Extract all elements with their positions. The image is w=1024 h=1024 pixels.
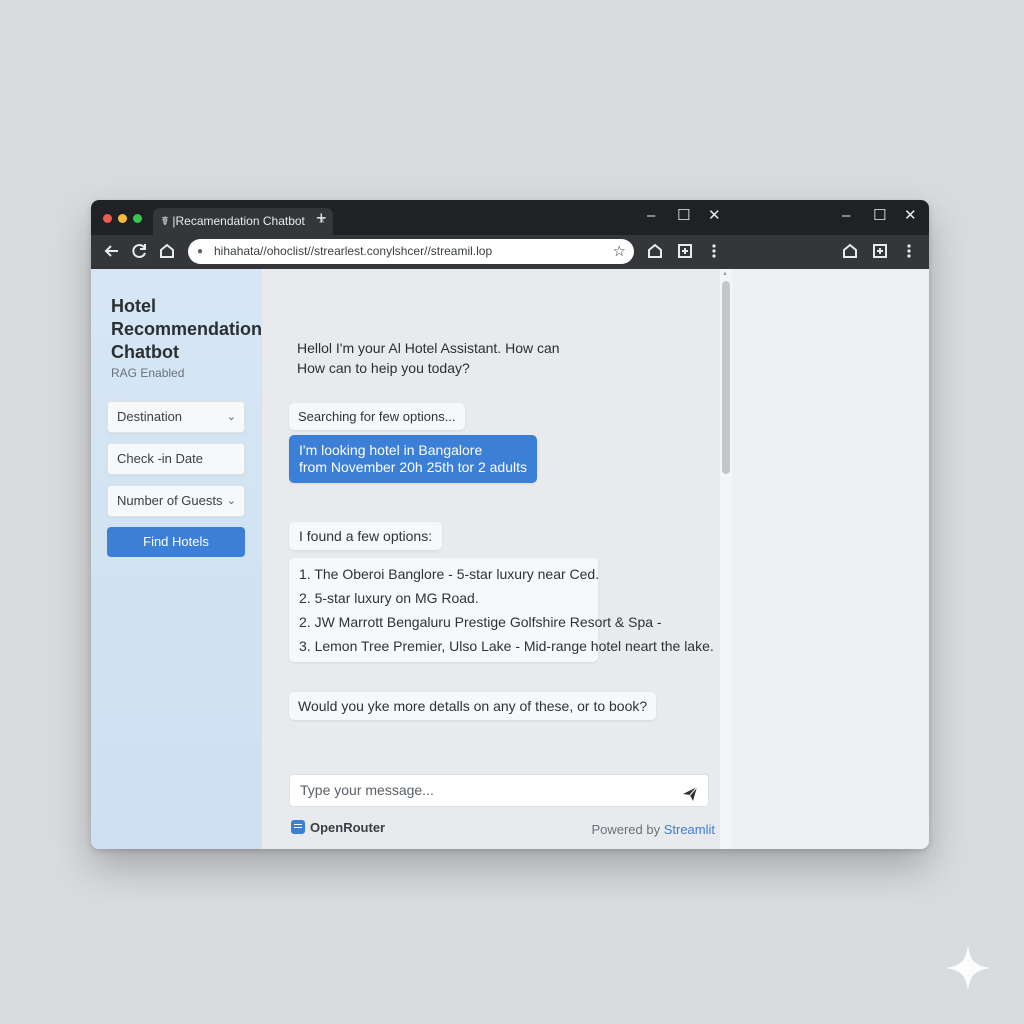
hotel-option: 2. JW Marrott Bengaluru Prestige Golfshi…	[299, 614, 662, 630]
app-title: Hotel Recommendation Chatbot	[111, 296, 263, 362]
back-arrow-icon[interactable]	[102, 241, 122, 261]
assistant-greeting: Hellol I'm your Al Hotel Assistant. How …	[297, 338, 560, 378]
destination-select[interactable]: Destination ⌄	[107, 401, 245, 433]
title-bar: ☤ |Recamendation Chatbot × + – ☐ ✕ – ☐ ✕	[91, 200, 929, 235]
assistant-followup-message: Would you yke more detalls on any of the…	[289, 692, 657, 720]
scrollbar-thumb[interactable]	[722, 281, 730, 474]
lock-icon: ●	[197, 246, 204, 257]
user-message-line: I'm looking hotel in Bangalore	[299, 442, 483, 458]
chevron-down-icon: ⌄	[226, 495, 236, 507]
star-icon[interactable]: ☆	[613, 239, 626, 264]
message-placeholder: Type your message...	[300, 782, 434, 798]
powered-prefix: Powered by	[591, 822, 664, 837]
streamlit-link[interactable]: Streamlit	[664, 822, 715, 837]
minimize-icon-secondary[interactable]: –	[842, 206, 850, 226]
destination-label: Destination	[117, 409, 183, 424]
checkin-label: Check -in Date	[117, 451, 203, 466]
minimize-icon[interactable]: –	[647, 206, 655, 226]
openrouter-logo-icon	[291, 820, 305, 834]
checkin-date-field[interactable]: Check -in Date	[107, 443, 245, 475]
app-subtitle: RAG Enabled	[111, 366, 185, 380]
close-icon[interactable]: ✕	[708, 206, 721, 226]
user-message-line: from November 20h 25th tor 2 adults	[299, 459, 528, 475]
sparkle-icon	[945, 945, 991, 991]
scroll-up-icon[interactable]: ▲	[722, 271, 728, 277]
home-icon-toolbar[interactable]	[645, 241, 665, 261]
openrouter-brand: OpenRouter	[291, 820, 385, 836]
maximize-icon-secondary[interactable]: ☐	[873, 206, 886, 226]
chevron-down-icon: ⌄	[226, 411, 236, 423]
reload-icon[interactable]	[130, 241, 150, 261]
extension-icon-secondary[interactable]	[870, 241, 890, 261]
browser-toolbar: ● hihahata//ohoclist//strearlest.conylsh…	[91, 235, 929, 269]
menu-dots-icon[interactable]	[704, 241, 724, 261]
close-icon-secondary[interactable]: ✕	[904, 206, 917, 226]
maximize-icon[interactable]: ☐	[677, 206, 690, 226]
guests-select[interactable]: Number of Guests ⌄	[107, 485, 245, 517]
close-window-dot[interactable]	[103, 214, 112, 223]
greeting-line: Hellol I'm your Al Hotel Assistant. How …	[297, 340, 560, 356]
new-tab-button[interactable]: +	[316, 207, 327, 229]
greeting-line: How can to heip you today?	[297, 360, 470, 376]
chat-scrollbar[interactable]: ▲	[720, 269, 732, 849]
powered-by: Powered by Streamlit	[591, 822, 715, 837]
minimize-window-dot[interactable]	[118, 214, 127, 223]
assistant-found-message: I found a few options:	[289, 522, 443, 550]
guests-label: Number of Guests	[117, 493, 223, 508]
chat-area: Hellol I'm your Al Hotel Assistant. How …	[262, 269, 720, 849]
find-hotels-button[interactable]: Find Hotels	[107, 527, 245, 557]
tab-title: ☤ |Recamendation Chatbot	[161, 214, 305, 228]
maximize-window-dot[interactable]	[133, 214, 142, 223]
extension-icon[interactable]	[675, 241, 695, 261]
assistant-searching-message: Searching for few options...	[289, 403, 465, 430]
hotel-option: 1. The Oberoi Banglore - 5-star luxury n…	[299, 566, 600, 582]
url-text: hihahata//ohoclist//strearlest.conylshce…	[214, 244, 493, 258]
hotel-option: 3. Lemon Tree Premier, Ulso Lake - Mid-r…	[299, 638, 714, 654]
home-icon-secondary[interactable]	[840, 241, 860, 261]
hotel-option: 2. 5-star luxury on MG Road.	[299, 590, 479, 606]
browser-tab[interactable]: ☤ |Recamendation Chatbot ×	[153, 208, 333, 235]
user-message: I'm looking hotel in Bangalore from Nove…	[289, 435, 538, 483]
menu-dots-icon-secondary[interactable]	[899, 241, 919, 261]
browser-window: ☤ |Recamendation Chatbot × + – ☐ ✕ – ☐ ✕…	[91, 200, 929, 849]
sidebar: Hotel Recommendation Chatbot RAG Enabled…	[91, 269, 262, 849]
home-icon[interactable]	[157, 241, 177, 261]
message-input[interactable]: Type your message...	[289, 774, 709, 807]
send-icon[interactable]	[682, 782, 698, 801]
openrouter-label: OpenRouter	[310, 820, 386, 835]
address-bar[interactable]: ● hihahata//ohoclist//strearlest.conylsh…	[188, 239, 634, 264]
right-empty-pane	[732, 269, 929, 849]
